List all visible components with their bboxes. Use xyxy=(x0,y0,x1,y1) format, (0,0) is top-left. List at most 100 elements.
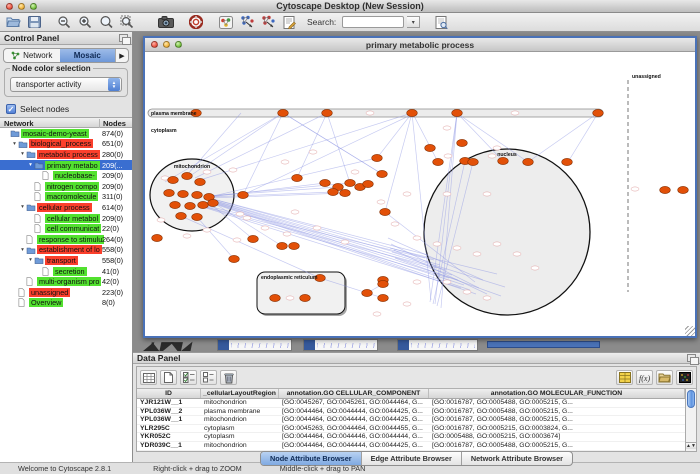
table-row[interactable]: YDR039C__1mitochondrion[GO:0044464, GO:0… xyxy=(137,442,685,451)
graph-node[interactable] xyxy=(278,109,289,116)
graph-node[interactable] xyxy=(340,189,351,196)
attribute-table-button[interactable] xyxy=(616,370,633,385)
new-attribute-button[interactable] xyxy=(160,370,177,385)
graph-node[interactable] xyxy=(593,109,604,116)
float-panel-icon[interactable] xyxy=(687,354,696,362)
select-first-neighbors-button[interactable] xyxy=(238,14,256,30)
graph-node[interactable] xyxy=(378,280,389,287)
vizmapper-button[interactable] xyxy=(217,14,235,30)
delete-attribute-button[interactable] xyxy=(220,370,237,385)
graph-node[interactable] xyxy=(238,191,249,198)
background-window-fragment[interactable] xyxy=(217,339,292,351)
expand-arrow-icon[interactable]: ▾ xyxy=(11,141,18,147)
table-row[interactable]: YLR295Ccytoplasm[GO:0045263, GO:0044464,… xyxy=(137,425,685,434)
graph-node[interactable] xyxy=(176,212,187,219)
column-header[interactable]: annotation.GO CELLULAR_COMPONENT xyxy=(279,389,429,398)
tree-row[interactable]: nitrogen compo209(0) xyxy=(0,181,132,192)
import-attributes-button[interactable] xyxy=(656,370,673,385)
graph-node[interactable] xyxy=(452,109,463,116)
tree-row[interactable]: response to stimulu264(0) xyxy=(0,234,132,245)
graph-node[interactable] xyxy=(198,201,209,208)
network-canvas[interactable]: plasma membranecytoplasmmitochondrionnuc… xyxy=(145,52,695,336)
graph-node[interactable] xyxy=(377,170,388,177)
tree-row[interactable]: multi-organism pro42(0) xyxy=(0,276,132,287)
tree-row[interactable]: Overview8(0) xyxy=(0,298,132,309)
table-scrollbar[interactable]: ▲▼ xyxy=(685,389,696,451)
tree-row[interactable]: ▾transport558(0) xyxy=(0,255,132,266)
graph-node[interactable] xyxy=(433,158,444,165)
tree-row[interactable]: cell communicat22(0) xyxy=(0,223,132,234)
graph-node[interactable] xyxy=(270,294,281,301)
help-button[interactable] xyxy=(187,14,205,30)
expand-arrow-icon[interactable]: ▾ xyxy=(19,247,26,253)
graph-node[interactable] xyxy=(170,201,181,208)
table-row[interactable]: YKR052Ccytoplasm[GO:0044464, GO:0044446,… xyxy=(137,433,685,442)
tree-row[interactable]: cellular metabol209(0) xyxy=(0,213,132,224)
graph-node[interactable] xyxy=(407,109,418,116)
graph-node[interactable] xyxy=(277,242,288,249)
scroll-down-arrow[interactable]: ▼ xyxy=(691,442,696,449)
graph-node[interactable] xyxy=(229,255,240,262)
graph-node[interactable] xyxy=(523,158,534,165)
unselect-attributes-button[interactable] xyxy=(200,370,217,385)
graph-node[interactable] xyxy=(468,158,479,165)
background-window-fragment[interactable] xyxy=(303,339,378,351)
tree-column-nodes[interactable]: Nodes xyxy=(99,119,126,128)
graph-node[interactable] xyxy=(208,199,219,206)
tree-row[interactable]: ▾primary metabo209(... xyxy=(0,160,132,171)
attribute-matrix-button[interactable] xyxy=(140,370,157,385)
select-nodes-checkbox[interactable]: ✓ xyxy=(6,104,16,114)
tab-overflow-arrow[interactable]: ▶ xyxy=(115,49,128,62)
tree-row[interactable]: ▾establishment of lo558(0) xyxy=(0,245,132,256)
graph-node[interactable] xyxy=(289,242,300,249)
tab-mosaic[interactable]: Mosaic xyxy=(60,49,116,62)
matrix-view-button[interactable] xyxy=(676,370,693,385)
column-header[interactable]: ID xyxy=(137,389,201,398)
background-window-fragment[interactable] xyxy=(397,339,478,351)
graph-node[interactable] xyxy=(457,139,468,146)
scrollbar-thumb[interactable] xyxy=(687,390,695,408)
tree-row[interactable]: secretion41(0) xyxy=(0,266,132,277)
tree-row[interactable]: unassigned223(0) xyxy=(0,287,132,298)
tree-row[interactable]: nucleobase-209(0) xyxy=(0,170,132,181)
table-row[interactable]: YPL036W__1mitochondrion[GO:0044464, GO:0… xyxy=(137,416,685,425)
resize-grip[interactable] xyxy=(685,326,695,336)
tree-row[interactable]: mosaic-demo-yeast874(0) xyxy=(0,128,132,139)
graph-node[interactable] xyxy=(248,235,259,242)
graph-node[interactable] xyxy=(192,213,203,220)
graph-node[interactable] xyxy=(498,157,509,164)
advanced-search-button[interactable] xyxy=(432,14,450,30)
tab-network-attribute-browser[interactable]: Network Attribute Browser xyxy=(462,452,572,465)
tab-network[interactable]: Network xyxy=(4,49,60,62)
graph-node[interactable] xyxy=(168,176,179,183)
graph-node[interactable] xyxy=(292,174,303,181)
expand-network-button[interactable] xyxy=(259,14,277,30)
background-window-logo[interactable]: ◢◣◤◥◢ xyxy=(141,338,210,351)
tree-row[interactable]: macromolecule311(0) xyxy=(0,192,132,203)
function-builder-button[interactable]: f(x) xyxy=(636,370,653,385)
table-row[interactable]: YPL036W__2plasma membrane[GO:0044464, GO… xyxy=(137,408,685,417)
graph-node[interactable] xyxy=(660,186,671,193)
expand-arrow-icon[interactable]: ▾ xyxy=(19,204,26,210)
zoom-fit-button[interactable] xyxy=(118,14,136,30)
expand-arrow-icon[interactable]: ▾ xyxy=(27,162,34,168)
open-file-button[interactable] xyxy=(4,14,22,30)
graph-node[interactable] xyxy=(164,189,175,196)
annotation-button[interactable] xyxy=(280,14,298,30)
graph-node[interactable] xyxy=(195,178,206,185)
tree-row[interactable]: ▾cellular process614(0) xyxy=(0,202,132,213)
graph-node[interactable] xyxy=(182,172,193,179)
graph-node[interactable] xyxy=(178,190,189,197)
graph-node[interactable] xyxy=(378,294,389,301)
tree-column-network[interactable]: Network xyxy=(4,119,34,128)
zoom-in-button[interactable] xyxy=(76,14,94,30)
node-color-dropdown[interactable]: transporter activity ▲▼ xyxy=(10,77,122,92)
graph-node[interactable] xyxy=(328,188,339,195)
snapshot-button[interactable] xyxy=(157,14,175,30)
tree-row[interactable]: ▾metabolic process280(0) xyxy=(0,149,132,160)
graph-node[interactable] xyxy=(300,294,311,301)
graph-node[interactable] xyxy=(380,208,391,215)
zoom-out-button[interactable] xyxy=(55,14,73,30)
tab-edge-attribute-browser[interactable]: Edge Attribute Browser xyxy=(362,452,462,465)
graph-node[interactable] xyxy=(363,180,374,187)
